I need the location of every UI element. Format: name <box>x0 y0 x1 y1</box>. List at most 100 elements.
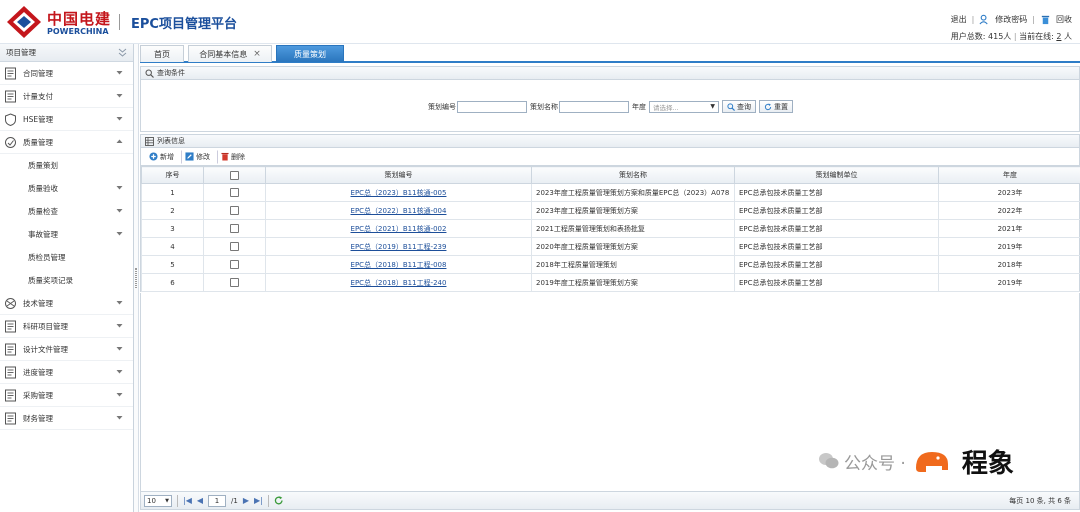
sidebar-subitem[interactable]: 质检员管理 <box>0 246 133 269</box>
sidebar-subitem-label: 事故管理 <box>28 230 58 239</box>
tab-bar: 首页 合同基本信息 × 质量策划 <box>140 44 1080 63</box>
row-checkbox[interactable] <box>230 278 239 287</box>
wechat-icon <box>819 453 839 469</box>
search-icon <box>727 102 735 111</box>
table-row[interactable]: 4 EPC总（2019）B11工程-239 2020年度工程质量管理策划方案 EPC总… <box>141 237 1080 256</box>
list-panel-title: 列表信息 <box>157 137 185 145</box>
query-panel-title: 查询条件 <box>157 69 185 77</box>
procurement-icon <box>5 389 16 401</box>
research-icon <box>5 320 16 332</box>
list-icon <box>145 136 154 146</box>
sidebar-subitem[interactable]: 质量验收 <box>0 177 133 200</box>
next-page-icon[interactable]: ▶ <box>243 496 249 505</box>
sidebar-item-shield[interactable]: HSE管理 <box>0 108 133 131</box>
plan-code-link[interactable]: EPC总（2019）B11工程-239 <box>351 243 447 251</box>
tab-label: 合同基本信息 <box>199 49 248 59</box>
pagination-bar: 10 ▼ |◀ ◀ 1 /1 ▶ ▶| 每页 10 条, 共 6 条 <box>140 491 1080 510</box>
refresh-icon[interactable] <box>274 496 284 505</box>
column-header-name[interactable]: 策划名称 <box>531 166 735 184</box>
add-button[interactable]: 新增 <box>145 150 178 164</box>
plan-code-link[interactable]: EPC总（2018）B11工程-240 <box>351 279 447 287</box>
caret-down-icon <box>116 94 123 98</box>
online-value: 2 <box>1056 32 1062 41</box>
table-row[interactable]: 1 EPC总（2023）B11核通-005 2023年度工程质量管理策划方案和质量E… <box>141 183 1080 202</box>
plan-code-link[interactable]: EPC总（2023）B11核通-005 <box>351 189 447 197</box>
caret-down-icon <box>116 71 123 75</box>
back-link[interactable]: 回收 <box>1056 14 1072 25</box>
search-button[interactable]: 查询 <box>722 100 756 113</box>
payment-icon <box>5 90 16 102</box>
sidebar-item-procurement[interactable]: 采购管理 <box>0 384 133 407</box>
sidebar-subitem-label: 质量检查 <box>28 207 58 216</box>
sidebar-item-tech[interactable]: 技术管理 <box>0 292 133 315</box>
table-row[interactable]: 3 EPC总（2021）B11核通-002 2021工程质量管理策划和表扬批复 EPC… <box>141 219 1080 238</box>
logout-link[interactable]: 退出 <box>951 14 967 25</box>
last-page-icon[interactable]: ▶| <box>254 496 263 505</box>
code-input[interactable] <box>457 100 527 113</box>
tab-home[interactable]: 首页 <box>140 45 184 62</box>
plan-code-link[interactable]: EPC总（2021）B11核通-002 <box>351 225 447 233</box>
sidebar-item-schedule[interactable]: 进度管理 <box>0 361 133 384</box>
add-button-label: 新增 <box>160 152 174 161</box>
cell-year: 2021年 <box>938 219 1080 238</box>
plan-code-link[interactable]: EPC总（2022）B11核通-004 <box>351 207 447 215</box>
code-label: 策划编号 <box>428 102 456 111</box>
cell-code: EPC总（2022）B11核通-004 <box>265 201 532 220</box>
caret-down-icon <box>116 370 123 374</box>
design-icon <box>5 343 16 355</box>
sidebar-subitem[interactable]: 质量奖项记录 <box>0 269 133 292</box>
plan-code-link[interactable]: EPC总（2018）B11工程-008 <box>351 261 447 269</box>
table-row[interactable]: 6 EPC总（2018）B11工程-240 2019年度工程质量管理策划方案 EPC总… <box>141 273 1080 292</box>
row-checkbox[interactable] <box>230 188 239 197</box>
delete-button[interactable]: 删除 <box>217 149 249 164</box>
change-password-link[interactable]: 修改密码 <box>995 14 1027 25</box>
sidebar-item-finance[interactable]: 财务管理 <box>0 407 133 430</box>
column-header-select <box>203 166 266 184</box>
table-row[interactable]: 2 EPC总（2022）B11核通-004 2023年度工程质量管理策划方案 EPC总… <box>141 201 1080 220</box>
sidebar-item-contract[interactable]: 合同管理 <box>0 62 133 85</box>
cell-code: EPC总（2018）B11工程-240 <box>265 273 532 292</box>
select-all-checkbox[interactable] <box>230 170 239 180</box>
row-checkbox[interactable] <box>230 260 239 269</box>
watermark-text: 公众号 · <box>844 453 906 474</box>
cell-code: EPC总（2023）B11核通-005 <box>265 183 532 202</box>
sidebar-item-payment[interactable]: 计量支付 <box>0 85 133 108</box>
recycle-icon <box>1041 15 1050 25</box>
cell-select <box>203 273 266 292</box>
close-icon[interactable]: × <box>253 49 261 59</box>
column-header-year[interactable]: 年度 <box>938 166 1080 184</box>
name-input[interactable] <box>559 100 629 113</box>
year-select-placeholder: 请选择... <box>653 103 679 112</box>
column-header-unit[interactable]: 策划编制单位 <box>734 166 939 184</box>
row-checkbox[interactable] <box>230 224 239 233</box>
page-size-select[interactable]: 10 ▼ <box>144 494 172 507</box>
tab-contract-info[interactable]: 合同基本信息 × <box>188 45 272 62</box>
first-page-icon[interactable]: |◀ <box>183 496 192 505</box>
sidebar-item-research[interactable]: 科研项目管理 <box>0 315 133 338</box>
page-number-input[interactable]: 1 <box>208 494 227 507</box>
column-header-code[interactable]: 策划编号 <box>265 166 532 184</box>
sidebar-splitter[interactable] <box>134 44 139 512</box>
reset-button[interactable]: 重置 <box>759 100 793 113</box>
sidebar-item-design[interactable]: 设计文件管理 <box>0 338 133 361</box>
query-panel-header: 查询条件 <box>140 66 1080 80</box>
watermark: 公众号 · 程象 <box>818 438 1054 484</box>
edit-button[interactable]: 修改 <box>181 149 214 164</box>
sidebar-item-label: 采购管理 <box>23 390 53 400</box>
pager-separator <box>267 494 269 507</box>
row-checkbox[interactable] <box>230 206 239 215</box>
row-checkbox[interactable] <box>230 242 239 251</box>
caret-down-icon <box>116 324 123 328</box>
sidebar-item-label: 科研项目管理 <box>23 321 68 331</box>
cell-year: 2023年 <box>938 183 1080 202</box>
sidebar-subitem[interactable]: 质量检查 <box>0 200 133 223</box>
sidebar-item-quality[interactable]: 质量管理 <box>0 131 133 154</box>
prev-page-icon[interactable]: ◀ <box>197 496 203 505</box>
year-select[interactable]: 请选择... ▼ <box>649 100 719 113</box>
sidebar-subitem[interactable]: 质量策划 <box>0 154 133 177</box>
collapse-chevrons-icon[interactable] <box>118 48 127 57</box>
table-row[interactable]: 5 EPC总（2018）B11工程-008 2018年工程质量管理策划 EPC总承包技… <box>141 255 1080 274</box>
tab-quality-planning[interactable]: 质量策划 <box>276 45 344 62</box>
sidebar-subitem[interactable]: 事故管理 <box>0 223 133 246</box>
edit-button-label: 修改 <box>196 152 210 161</box>
